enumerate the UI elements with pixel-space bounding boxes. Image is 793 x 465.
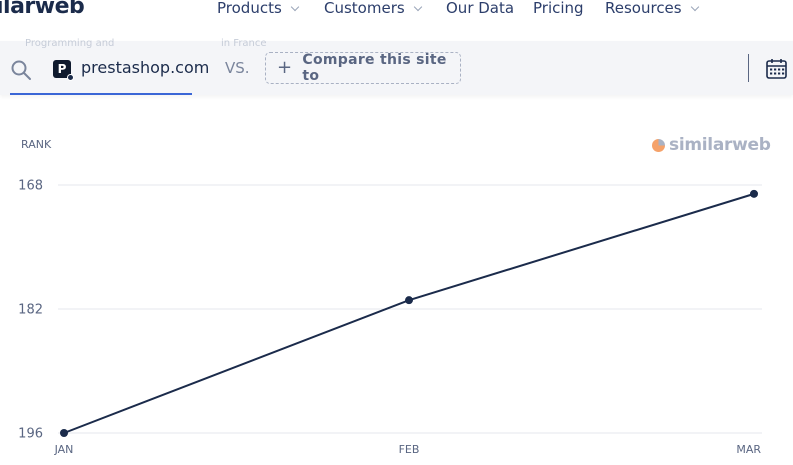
nav-customers-label: Customers <box>324 0 405 17</box>
nav-pricing[interactable]: Pricing <box>533 0 584 17</box>
vs-label: VS. <box>225 59 250 77</box>
x-tick-label: FEB <box>399 443 420 456</box>
chevron-down-icon <box>413 2 422 11</box>
x-tick-labels: JAN FEB MAR <box>54 443 762 456</box>
nav-pricing-label: Pricing <box>533 0 584 17</box>
chevron-down-icon <box>690 2 699 11</box>
y-tick-label: 196 <box>18 427 43 442</box>
y-tick-label: 168 <box>18 179 43 194</box>
calendar-icon[interactable] <box>766 58 787 79</box>
rank-line <box>63 192 755 434</box>
nav-products[interactable]: Products <box>217 0 300 17</box>
nav-our-data[interactable]: Our Data <box>446 0 514 17</box>
site-status-dot <box>67 74 74 81</box>
data-point-jan[interactable] <box>60 429 68 437</box>
compare-bar: Programming and in France P prestashop.c… <box>0 38 793 95</box>
ghost-country-text: in France <box>221 38 267 49</box>
y-tick-label: 182 <box>18 303 43 318</box>
data-point-mar[interactable] <box>750 189 758 198</box>
nav-our-data-label: Our Data <box>446 0 515 17</box>
y-tick-labels: 168 182 196 <box>18 179 43 442</box>
site-domain[interactable]: prestashop.com <box>81 58 209 77</box>
grid-lines <box>58 184 762 434</box>
top-navigation: ilarweb Products Customers Our Data Pric… <box>0 0 793 41</box>
x-tick-label: MAR <box>736 443 761 456</box>
line-plot: 168 182 196 JAN FEB MAR <box>18 179 762 456</box>
chevron-down-icon <box>290 2 300 11</box>
divider <box>748 54 749 82</box>
compare-site-button[interactable]: + Compare this site to <box>265 52 461 84</box>
nav-products-label: Products <box>217 0 282 17</box>
similarweb-logo[interactable]: ilarweb <box>0 0 85 19</box>
search-icon[interactable] <box>10 59 32 81</box>
nav-resources-label: Resources <box>605 0 682 17</box>
data-point-feb[interactable] <box>405 296 413 305</box>
series-line <box>60 189 758 437</box>
plus-icon: + <box>277 57 293 78</box>
nav-resources[interactable]: Resources <box>605 0 699 17</box>
x-tick-label: JAN <box>54 443 74 456</box>
nav-customers[interactable]: Customers <box>324 0 422 17</box>
compare-button-label: Compare this site to <box>302 52 447 84</box>
